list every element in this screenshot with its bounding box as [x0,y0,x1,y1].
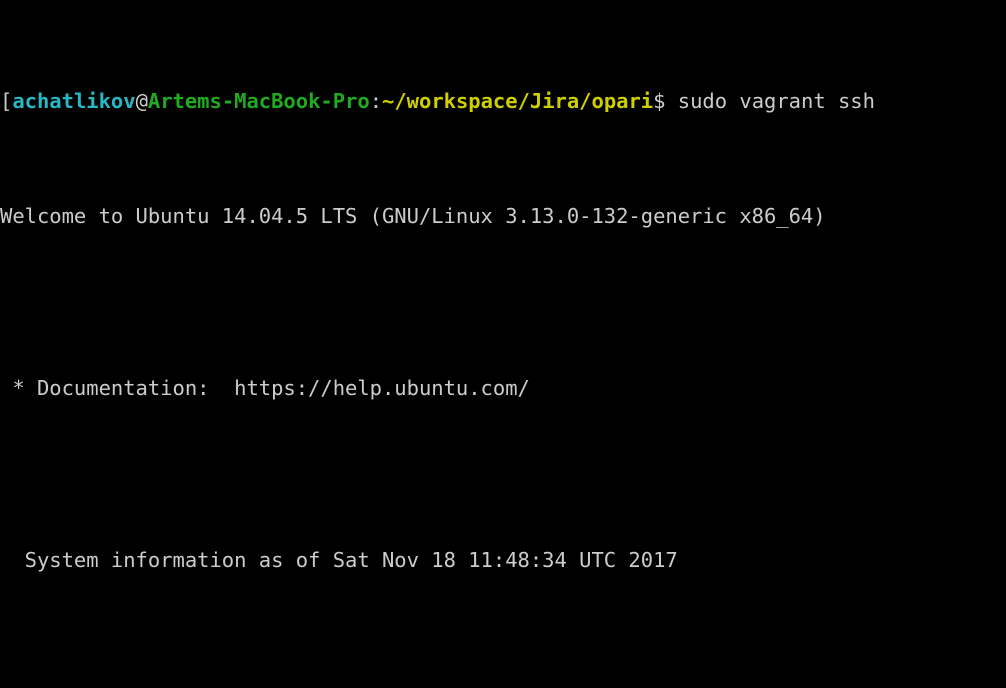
system-information-header: System information as of Sat Nov 18 11:4… [0,548,678,573]
prompt-username: achatlikov [12,89,136,114]
prompt-working-directory: ~/workspace/Jira/opari [382,89,654,114]
terminal-window[interactable]: [achatlikov@Artems-MacBook-Pro:~/workspa… [0,0,1006,688]
prompt-bracket: [ [0,89,13,114]
welcome-line: Welcome to Ubuntu 14.04.5 LTS (GNU/Linux… [0,203,826,228]
prompt-hostname: Artems-MacBook-Pro [147,89,370,114]
prompt-dollar-sign: $ [653,89,666,114]
documentation-line: * Documentation: https://help.ubuntu.com… [0,376,530,401]
terminal-screen: [achatlikov@Artems-MacBook-Pro:~/workspa… [0,1,875,688]
prompt-at-symbol: @ [135,89,148,114]
prompt-colon: : [369,89,383,114]
command-sudo-vagrant-ssh: sudo vagrant ssh [665,89,875,114]
prompt-line-host: [achatlikov@Artems-MacBook-Pro:~/workspa… [0,87,875,116]
